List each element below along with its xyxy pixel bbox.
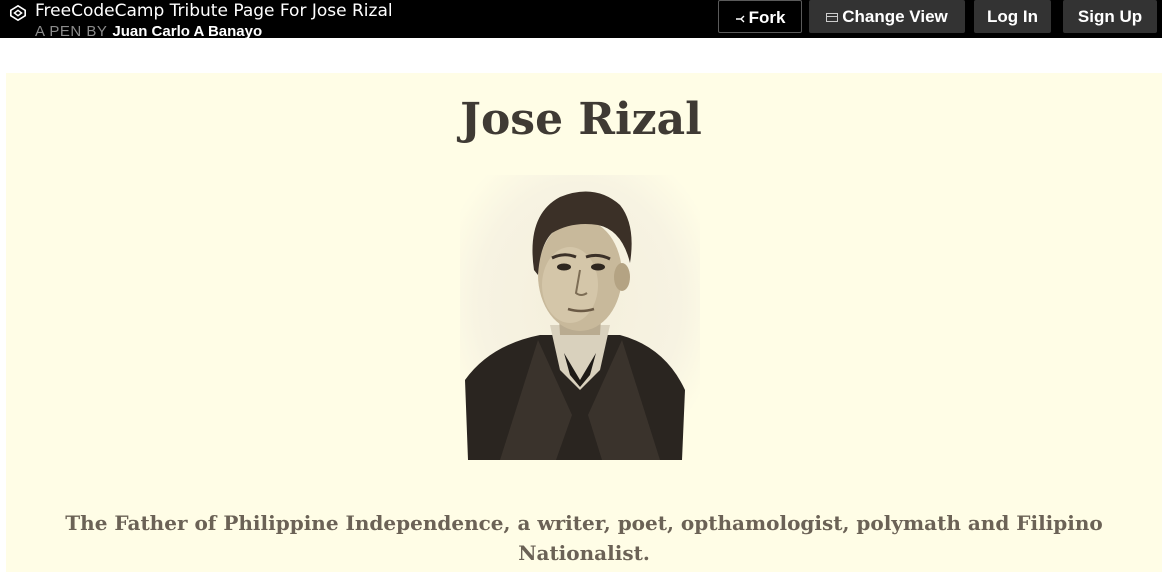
login-button[interactable]: Log In (974, 0, 1051, 33)
page-title: Jose Rizal (460, 94, 702, 145)
pen-byline: A PEN BY Juan Carlo A Banayo (35, 24, 262, 38)
change-view-label: Change View (842, 7, 948, 26)
signup-button[interactable]: Sign Up (1063, 0, 1157, 33)
change-view-button[interactable]: Change View (809, 0, 965, 33)
fork-button[interactable]: Fork (718, 0, 802, 33)
tagline: The Father of Philippine Independence, a… (65, 511, 1103, 565)
portrait-image (460, 175, 700, 460)
fork-icon (735, 15, 745, 23)
author-link[interactable]: Juan Carlo A Banayo (112, 24, 262, 38)
layout-icon (826, 13, 839, 23)
pen-title: FreeCodeCamp Tribute Page For Jose Rizal (35, 1, 393, 21)
codepen-header: FreeCodeCamp Tribute Page For Jose Rizal… (0, 0, 1162, 38)
codepen-logo-icon[interactable] (9, 4, 27, 22)
pen-by-label: A PEN BY (35, 24, 108, 38)
fork-label: Fork (748, 8, 786, 27)
